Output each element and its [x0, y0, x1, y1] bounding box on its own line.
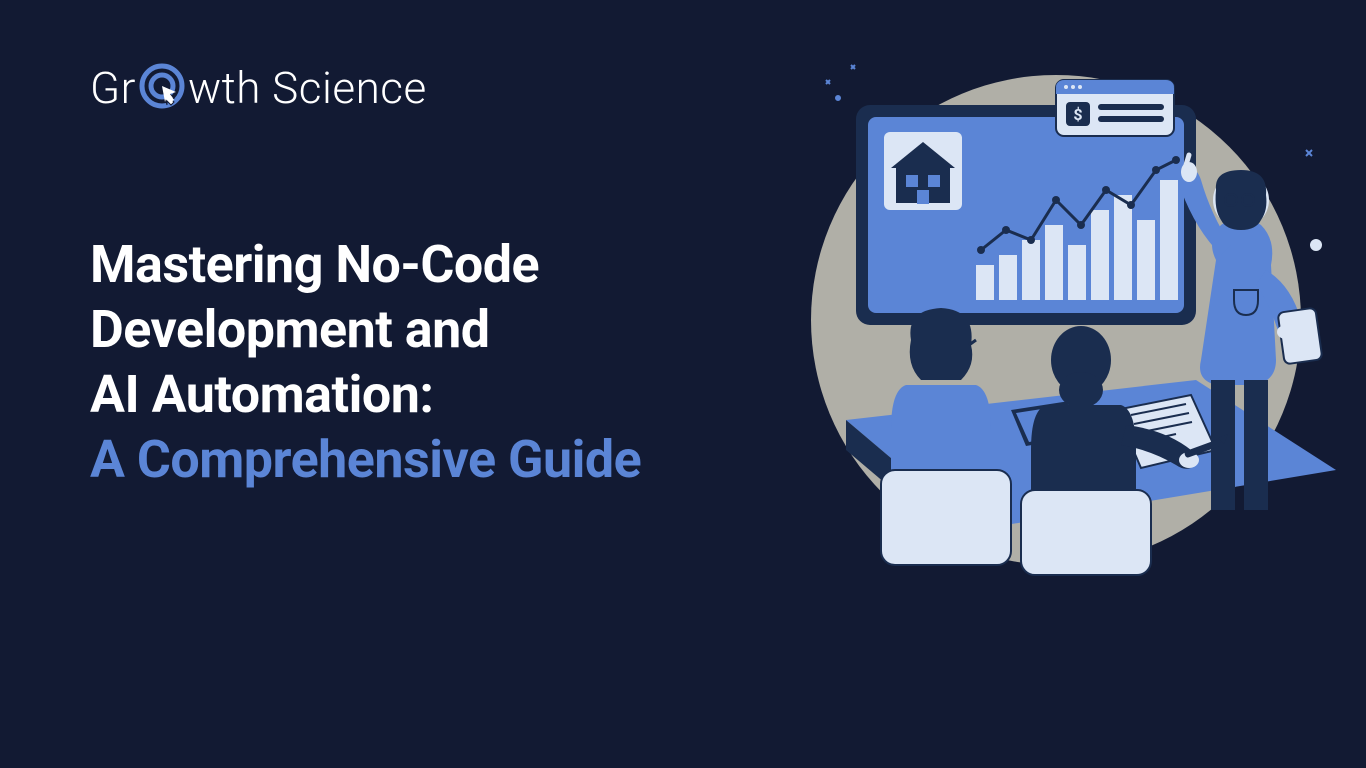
headline-line4: A Comprehensive Guide [90, 427, 641, 492]
page-title: Mastering No-Code Development and AI Aut… [90, 232, 641, 492]
headline-line2: Development and [90, 297, 641, 362]
headline-line3: AI Automation: [90, 362, 641, 427]
headline-line1: Mastering No-Code [90, 232, 641, 297]
hero-illustration: $ [776, 50, 1336, 610]
svg-text:$: $ [1073, 105, 1082, 124]
brand-logo: Gr wth Science [90, 62, 427, 114]
target-cursor-icon [138, 62, 186, 114]
brand-name-part1: Gr [90, 62, 136, 114]
brand-name-part2: wth Science [188, 62, 427, 114]
